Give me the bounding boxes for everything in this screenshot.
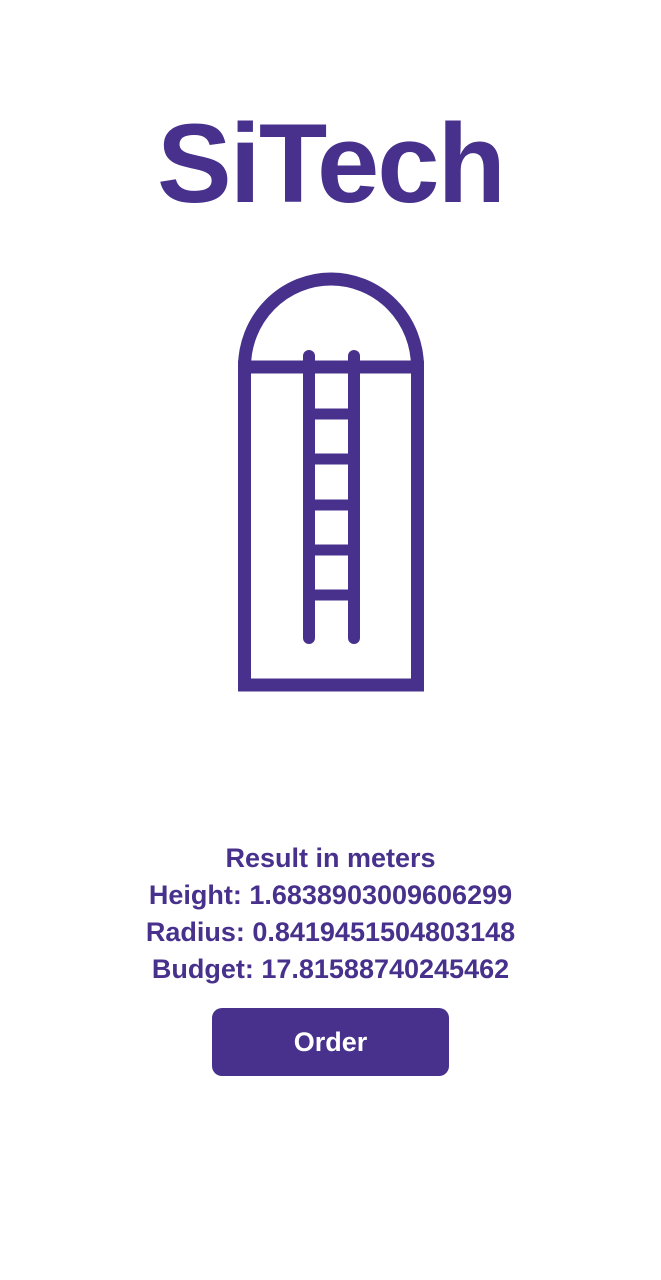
order-button[interactable]: Order bbox=[212, 1008, 449, 1076]
height-value: Height: 1.6838903009606299 bbox=[148, 880, 513, 910]
silo-icon bbox=[236, 272, 426, 694]
result-panel: Result in meters Height: 1.6838903009606… bbox=[0, 840, 661, 988]
radius-value: Radius: 0.8419451504803148 bbox=[145, 917, 516, 947]
budget-value: Budget: 17.81588740245462 bbox=[151, 954, 510, 984]
app-title: SiTech bbox=[157, 101, 506, 226]
result-heading: Result in meters bbox=[225, 843, 436, 873]
